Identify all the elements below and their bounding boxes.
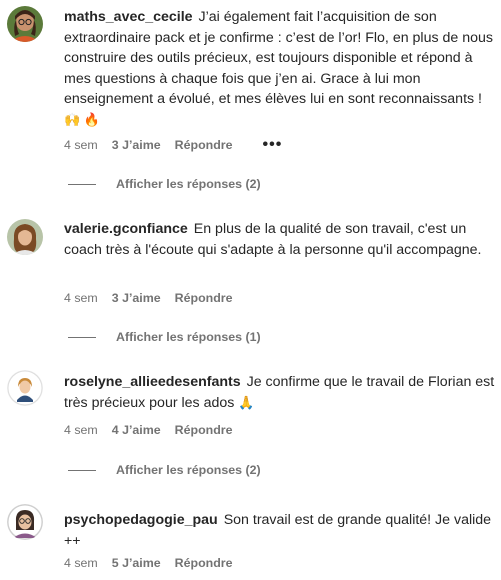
comment-meta: 4 sem 5 J’aime Répondre [64, 555, 233, 571]
comment-timestamp[interactable]: 4 sem [64, 423, 98, 437]
comment-username[interactable]: roselyne_allieedesenfants [64, 374, 241, 390]
replies-divider [68, 469, 96, 471]
view-replies-label: Afficher les réponses (2) [116, 463, 261, 477]
reply-button[interactable]: Répondre [175, 556, 233, 570]
comment-meta: 4 sem 3 J’aime Répondre [64, 290, 233, 306]
user-avatar[interactable] [7, 370, 43, 406]
user-avatar[interactable] [7, 504, 43, 540]
user-avatar[interactable] [7, 219, 43, 255]
comment-likes[interactable]: 3 J’aime [112, 291, 161, 305]
avatar-woman-icon [7, 219, 43, 255]
user-avatar[interactable] [7, 6, 43, 42]
comment-username[interactable]: valerie.gconfiance [64, 221, 188, 237]
comment-emojis: 🙌 🔥 [64, 111, 100, 127]
comment-timestamp[interactable]: 4 sem [64, 138, 98, 152]
comment-emojis: 🙏 [238, 394, 255, 410]
comment-username[interactable]: psychopedagogie_pau [64, 512, 218, 528]
replies-divider [68, 183, 96, 185]
reply-button[interactable]: Répondre [175, 138, 233, 152]
comment-username[interactable]: maths_avec_cecile [64, 9, 193, 25]
reply-button[interactable]: Répondre [175, 423, 233, 437]
comment-likes[interactable]: 3 J’aime [112, 138, 161, 152]
view-replies-button[interactable]: Afficher les réponses (2) [64, 176, 261, 192]
avatar-woman-glasses-icon [7, 504, 43, 540]
replies-divider [68, 336, 96, 338]
view-replies-button[interactable]: Afficher les réponses (1) [64, 329, 261, 345]
avatar-woman-glasses-icon [7, 6, 43, 42]
avatar-illustration-icon [7, 370, 43, 406]
more-options-icon[interactable]: ••• [263, 137, 283, 153]
comment-likes[interactable]: 4 J’aime [112, 423, 161, 437]
comment-body: roselyne_allieedesenfants Je confirme qu… [64, 372, 497, 413]
reply-button[interactable]: Répondre [175, 291, 233, 305]
view-replies-label: Afficher les réponses (1) [116, 330, 261, 344]
view-replies-label: Afficher les réponses (2) [116, 177, 261, 191]
comment-timestamp[interactable]: 4 sem [64, 556, 98, 570]
view-replies-button[interactable]: Afficher les réponses (2) [64, 462, 261, 478]
comments-thread: maths_avec_cecile J’ai également fait l’… [0, 0, 501, 580]
comment-meta: 4 sem 4 J’aime Répondre [64, 422, 233, 438]
comment-body: psychopedagogie_pau Son travail est de g… [64, 510, 497, 551]
comment-body: valerie.gconfiance En plus de la qualité… [64, 219, 497, 260]
comment-timestamp[interactable]: 4 sem [64, 291, 98, 305]
comment-body: maths_avec_cecile J’ai également fait l’… [64, 7, 497, 130]
comment-meta: 4 sem 3 J’aime Répondre ••• [64, 137, 282, 153]
comment-likes[interactable]: 5 J’aime [112, 556, 161, 570]
